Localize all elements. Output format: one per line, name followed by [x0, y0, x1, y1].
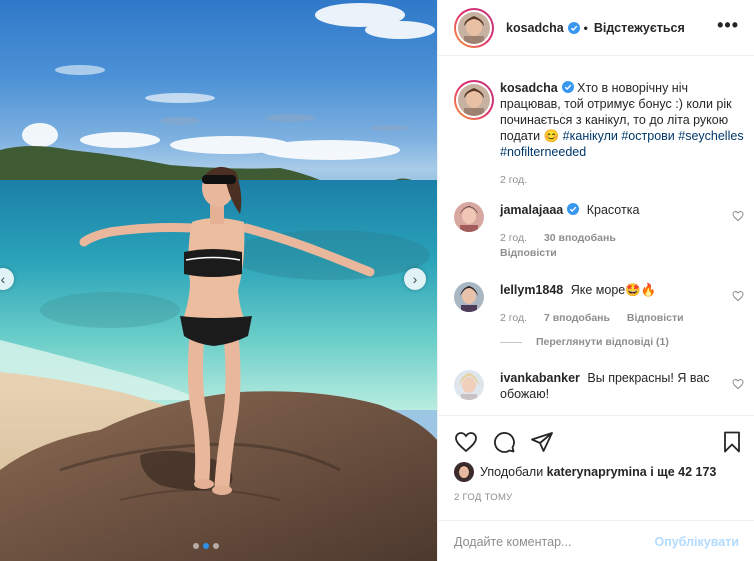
caption-username[interactable]: kosadcha [500, 81, 558, 95]
reply-label: Відповісти [500, 247, 557, 259]
avatar-image [454, 202, 484, 232]
caption-author-avatar[interactable] [454, 80, 494, 120]
view-replies-label: Переглянути відповіді (1) [536, 336, 669, 348]
comment-like-heart-icon[interactable] [732, 378, 744, 390]
author-avatar[interactable] [454, 7, 494, 48]
add-comment-form: Опублікувати [438, 520, 754, 561]
bookmark-save-icon[interactable] [720, 430, 744, 454]
avatar-image [458, 84, 490, 116]
reply-button[interactable]: Відповісти [627, 312, 684, 324]
caption-text-block: kosadcha Хто в новорічну ніч працював, т… [500, 80, 744, 160]
avatar-image [454, 282, 484, 312]
comment-time: 2 год. [500, 232, 528, 244]
carousel-dot [193, 543, 199, 549]
chevron-right-icon: › [412, 271, 418, 287]
next-slide-button[interactable]: › [404, 268, 426, 290]
post-photo[interactable]: ‹ › [0, 0, 437, 561]
publish-comment-button[interactable]: Опублікувати [654, 535, 739, 549]
follow-status-button[interactable]: Відстежується [594, 21, 685, 35]
comment-item: lellym1848 Яке море🤩🔥 2 год. 7 вподобань… [454, 282, 744, 348]
smile-emoji: 😊 [543, 129, 560, 143]
comment-body: ivankabanker Вы прекрасны! Я вас обожаю! [500, 370, 744, 402]
carousel-dot [213, 543, 219, 549]
comment-item: jamalajaaa Красотка 2 год. 30 вподобань … [454, 202, 744, 259]
comment-likes-count[interactable]: 7 вподобань [544, 312, 610, 324]
comment-meta: 2 год. 7 вподобань Відповісти [500, 312, 744, 324]
beach-scene [0, 3, 437, 561]
more-options-icon[interactable]: ••• [717, 16, 739, 34]
carousel-dot-active [203, 543, 209, 549]
post-side-panel: kosadcha • Відстежується ••• kosadcha Хт… [437, 0, 754, 561]
comment-body: lellym1848 Яке море🤩🔥 [500, 282, 744, 298]
likes-count-link[interactable]: і ще 42 173 [650, 465, 716, 479]
reply-button[interactable]: Відповісти [500, 247, 744, 259]
comment-time: 2 год. [500, 312, 528, 324]
comment-meta: 2 год. 30 вподобань [500, 232, 744, 244]
comment-bubble-icon[interactable] [492, 430, 516, 454]
liker-avatar[interactable] [454, 462, 474, 482]
hashtag-link[interactable]: #острови [621, 129, 674, 143]
view-replies-button[interactable]: Переглянути відповіді (1) [500, 336, 744, 348]
comment-likes-count[interactable]: 30 вподобань [544, 232, 616, 244]
commenter-avatar[interactable] [454, 202, 484, 232]
replies-line-divider [500, 341, 522, 343]
verified-badge-icon [567, 203, 580, 215]
comment-like-heart-icon[interactable] [732, 210, 744, 222]
carousel-indicator [193, 543, 219, 549]
liker-username-link[interactable]: katerynaprymina [547, 465, 647, 479]
comment-item: ivankabanker Вы прекрасны! Я вас обожаю! [454, 370, 744, 402]
post-timestamp[interactable]: 2 ГОД ТОМУ [454, 492, 513, 503]
comment-text: Красотка [586, 203, 640, 217]
commenter-username[interactable]: lellym1848 [500, 283, 563, 297]
verified-badge-icon [567, 21, 580, 34]
commenter-username[interactable]: jamalajaaa [500, 203, 563, 217]
caption-time: 2 год. [500, 174, 528, 186]
hashtag-link[interactable]: #seychelles [678, 129, 743, 143]
chevron-left-icon: ‹ [0, 271, 6, 287]
like-heart-icon[interactable] [454, 430, 478, 454]
commenter-avatar[interactable] [454, 370, 484, 400]
post-actions: Уподобали katerynaprymina і ще 42 173 2 … [438, 415, 754, 561]
commenter-username[interactable]: ivankabanker [500, 371, 580, 385]
dot-separator: • [583, 20, 588, 35]
post-header: kosadcha • Відстежується ••• [438, 0, 754, 56]
verified-badge-icon [561, 81, 574, 93]
avatar-image [454, 370, 484, 400]
hashtag-link[interactable]: #канікули [563, 129, 618, 143]
avatar-image [458, 11, 490, 44]
likes-summary: Уподобали katerynaprymina і ще 42 173 [454, 462, 716, 482]
author-username[interactable]: kosadcha [506, 21, 564, 35]
commenter-avatar[interactable] [454, 282, 484, 312]
likes-prefix: Уподобали [480, 465, 544, 479]
comment-body: jamalajaaa Красотка [500, 202, 744, 218]
hashtag-link[interactable]: #nofilterneeded [500, 145, 586, 159]
post-caption: kosadcha Хто в новорічну ніч працював, т… [454, 80, 744, 186]
share-send-icon[interactable] [530, 430, 554, 454]
avatar-image [454, 462, 474, 482]
comment-like-heart-icon[interactable] [732, 290, 744, 302]
comment-text: Яке море🤩🔥 [570, 283, 657, 297]
comment-input[interactable] [454, 534, 655, 549]
